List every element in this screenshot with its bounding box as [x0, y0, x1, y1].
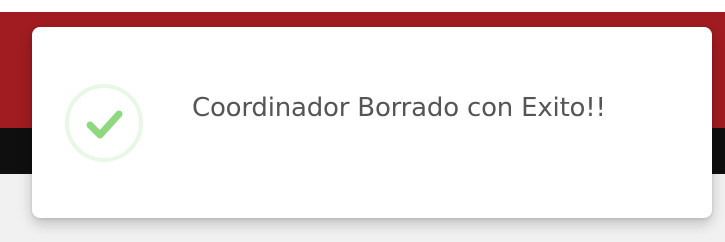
toast-message: Coordinador Borrado con Exito!! [192, 93, 606, 123]
screen: Coordinador Borrado con Exito!! [0, 0, 725, 242]
success-toast: Coordinador Borrado con Exito!! [32, 27, 712, 218]
success-check-icon [65, 84, 143, 162]
page-top-background [0, 0, 725, 12]
